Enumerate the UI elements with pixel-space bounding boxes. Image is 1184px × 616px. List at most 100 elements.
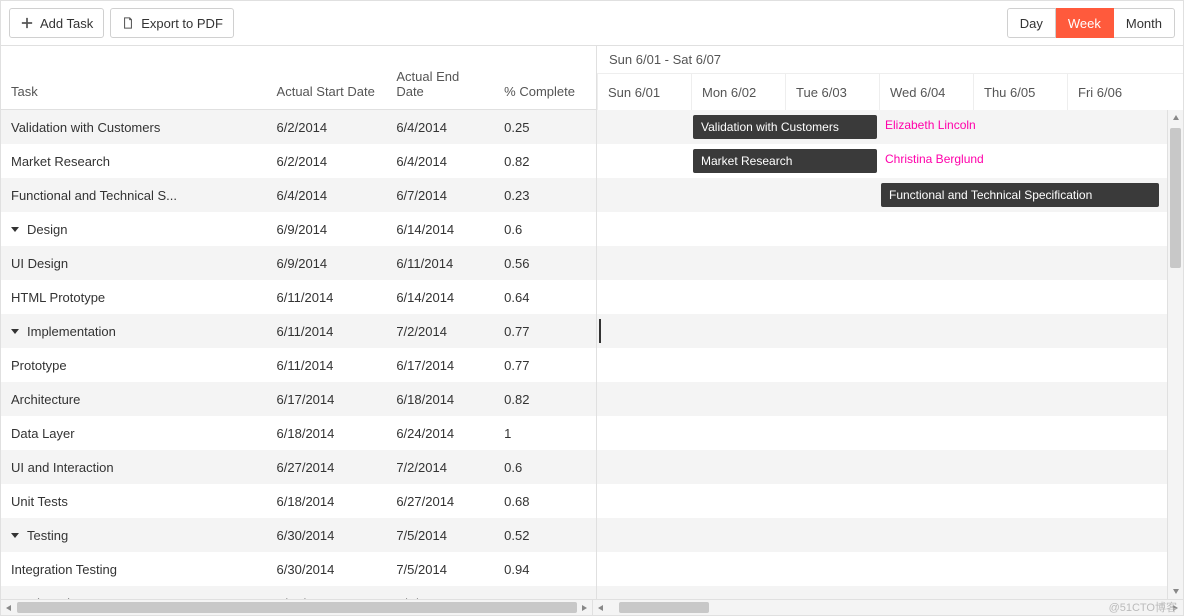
- collapse-caret-icon[interactable]: [11, 533, 19, 538]
- end-date-cell: 6/14/2014: [388, 290, 496, 305]
- left-scroll-thumb[interactable]: [17, 602, 577, 613]
- table-row[interactable]: UI Design6/9/20146/11/20140.56: [1, 246, 596, 280]
- timeline-row[interactable]: [597, 348, 1183, 382]
- right-horizontal-scrollbar[interactable]: [593, 600, 1184, 615]
- scroll-left-icon[interactable]: [1, 600, 17, 616]
- task-cell[interactable]: Data Layer: [1, 426, 269, 441]
- timeline-row[interactable]: [597, 450, 1183, 484]
- export-pdf-button[interactable]: Export to PDF: [110, 8, 234, 38]
- right-scroll-thumb[interactable]: [619, 602, 709, 613]
- left-horizontal-scrollbar[interactable]: [1, 600, 593, 615]
- table-row[interactable]: Architecture6/17/20146/18/20140.82: [1, 382, 596, 416]
- task-name: Design: [27, 222, 67, 237]
- table-row[interactable]: Unit Tests6/18/20146/27/20140.68: [1, 484, 596, 518]
- table-row[interactable]: Market Research6/2/20146/4/20140.82: [1, 144, 596, 178]
- task-cell[interactable]: Load Testing: [1, 596, 269, 600]
- col-header-pct[interactable]: % Complete: [496, 74, 596, 109]
- view-month-button[interactable]: Month: [1114, 8, 1175, 38]
- timeline-row[interactable]: [597, 212, 1183, 246]
- task-name: Implementation: [27, 324, 116, 339]
- task-name: Market Research: [11, 154, 110, 169]
- task-name: UI Design: [11, 256, 68, 271]
- table-row[interactable]: Design6/9/20146/14/20140.6: [1, 212, 596, 246]
- day-header[interactable]: Mon 6/02: [691, 74, 785, 110]
- table-row[interactable]: Prototype6/11/20146/17/20140.77: [1, 348, 596, 382]
- collapse-caret-icon[interactable]: [11, 329, 19, 334]
- day-header[interactable]: Thu 6/05: [973, 74, 1067, 110]
- scroll-down-icon[interactable]: [1168, 583, 1183, 599]
- task-cell[interactable]: Testing: [1, 528, 269, 543]
- watermark: @51CTO博客: [1109, 599, 1177, 615]
- pct-complete-cell: 0.25: [496, 120, 596, 135]
- col-header-task[interactable]: Task: [1, 74, 269, 109]
- start-date-cell: 6/9/2014: [269, 222, 389, 237]
- table-row[interactable]: Implementation6/11/20147/2/20140.77: [1, 314, 596, 348]
- timeline-row[interactable]: Validation with Customers Elizabeth Linco…: [597, 110, 1183, 144]
- timeline-row[interactable]: [597, 552, 1183, 586]
- assignee-label[interactable]: Elizabeth Lincoln: [885, 118, 976, 132]
- task-cell[interactable]: Implementation: [1, 324, 269, 339]
- col-header-end[interactable]: Actual End Date: [388, 59, 496, 109]
- pct-complete-cell: 0.82: [496, 154, 596, 169]
- timeline-row[interactable]: [597, 280, 1183, 314]
- add-task-button[interactable]: Add Task: [9, 8, 104, 38]
- col-header-start[interactable]: Actual Start Date: [269, 74, 389, 109]
- day-header[interactable]: Wed 6/04: [879, 74, 973, 110]
- table-row[interactable]: Testing6/30/20147/5/20140.52: [1, 518, 596, 552]
- start-date-cell: 6/27/2014: [269, 460, 389, 475]
- end-date-cell: 7/2/2014: [388, 460, 496, 475]
- task-cell[interactable]: Design: [1, 222, 269, 237]
- table-row[interactable]: Load Testing6/30/20147/5/20140.1: [1, 586, 596, 599]
- task-cell[interactable]: Functional and Technical S...: [1, 188, 269, 203]
- timeline-body: Validation with Customers Elizabeth Linco…: [597, 110, 1183, 599]
- task-grid-header: Task Actual Start Date Actual End Date %…: [1, 46, 596, 110]
- scroll-up-icon[interactable]: [1168, 110, 1183, 126]
- timeline-row[interactable]: [597, 484, 1183, 518]
- day-header[interactable]: Fri 6/06: [1067, 74, 1161, 110]
- timeline-row[interactable]: [597, 586, 1183, 599]
- table-row[interactable]: Integration Testing6/30/20147/5/20140.94: [1, 552, 596, 586]
- task-cell[interactable]: Validation with Customers: [1, 120, 269, 135]
- timeline-row[interactable]: [597, 246, 1183, 280]
- task-cell[interactable]: Unit Tests: [1, 494, 269, 509]
- pct-complete-cell: 0.82: [496, 392, 596, 407]
- view-day-button[interactable]: Day: [1007, 8, 1056, 38]
- view-week-button[interactable]: Week: [1056, 8, 1114, 38]
- vertical-scrollbar[interactable]: [1167, 110, 1183, 599]
- task-cell[interactable]: Integration Testing: [1, 562, 269, 577]
- task-cell[interactable]: Prototype: [1, 358, 269, 373]
- gantt-bar[interactable]: Functional and Technical Specification: [881, 183, 1159, 207]
- task-cell[interactable]: UI Design: [1, 256, 269, 271]
- pct-complete-cell: 0.6: [496, 460, 596, 475]
- timeline-row[interactable]: [597, 382, 1183, 416]
- timeline-row[interactable]: [597, 416, 1183, 450]
- task-cell[interactable]: Market Research: [1, 154, 269, 169]
- end-date-cell: 6/7/2014: [388, 188, 496, 203]
- scroll-left-icon[interactable]: [593, 600, 609, 616]
- start-date-cell: 6/2/2014: [269, 120, 389, 135]
- timeline-row[interactable]: [597, 314, 1183, 348]
- gantt-bar[interactable]: Market Research: [693, 149, 877, 173]
- timeline-row[interactable]: [597, 518, 1183, 552]
- table-row[interactable]: UI and Interaction6/27/20147/2/20140.6: [1, 450, 596, 484]
- day-header[interactable]: Sun 6/01: [597, 74, 691, 110]
- end-date-cell: 6/27/2014: [388, 494, 496, 509]
- collapse-caret-icon[interactable]: [11, 227, 19, 232]
- start-date-cell: 6/11/2014: [269, 358, 389, 373]
- gantt-bar[interactable]: Validation with Customers: [693, 115, 877, 139]
- timeline-row[interactable]: Functional and Technical Specification: [597, 178, 1183, 212]
- table-row[interactable]: Validation with Customers6/2/20146/4/201…: [1, 110, 596, 144]
- table-row[interactable]: Data Layer6/18/20146/24/20141: [1, 416, 596, 450]
- timeline-rows: Validation with Customers Elizabeth Linco…: [597, 110, 1183, 599]
- task-cell[interactable]: Architecture: [1, 392, 269, 407]
- task-cell[interactable]: UI and Interaction: [1, 460, 269, 475]
- timeline-row[interactable]: Market Research Christina Berglund: [597, 144, 1183, 178]
- assignee-label[interactable]: Christina Berglund: [885, 152, 984, 166]
- task-cell[interactable]: HTML Prototype: [1, 290, 269, 305]
- pct-complete-cell: 0.6: [496, 222, 596, 237]
- vertical-scroll-thumb[interactable]: [1170, 128, 1181, 268]
- table-row[interactable]: HTML Prototype6/11/20146/14/20140.64: [1, 280, 596, 314]
- scroll-right-icon[interactable]: [576, 600, 592, 616]
- table-row[interactable]: Functional and Technical S...6/4/20146/7…: [1, 178, 596, 212]
- day-header[interactable]: Tue 6/03: [785, 74, 879, 110]
